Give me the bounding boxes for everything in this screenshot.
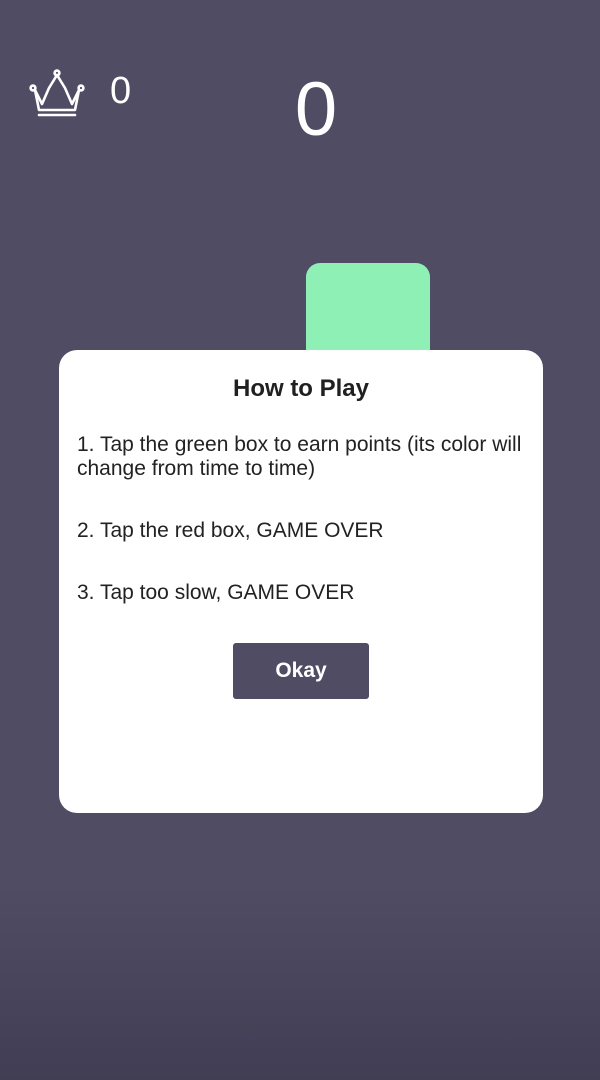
crown-icon [29,69,85,117]
rule-item: 3. Tap too slow, GAME OVER [77,581,355,604]
rule-item: 2. Tap the red box, GAME OVER [77,519,384,542]
current-score: 0 [294,67,338,152]
rules-list: 1. Tap the green box to earn points (its… [77,433,525,605]
best-score: 0 [28,66,131,122]
okay-button[interactable]: Okay [233,643,369,699]
game-screen: 0 0 How to Play 1. Tap the green box to … [0,0,600,1080]
rule-item: 1. Tap the green box to earn points (its… [77,433,522,480]
dialog-title: How to Play [232,375,370,402]
how-to-play-dialog: How to Play 1. Tap the green box to earn… [59,350,543,813]
best-score-value: 0 [110,70,132,112]
